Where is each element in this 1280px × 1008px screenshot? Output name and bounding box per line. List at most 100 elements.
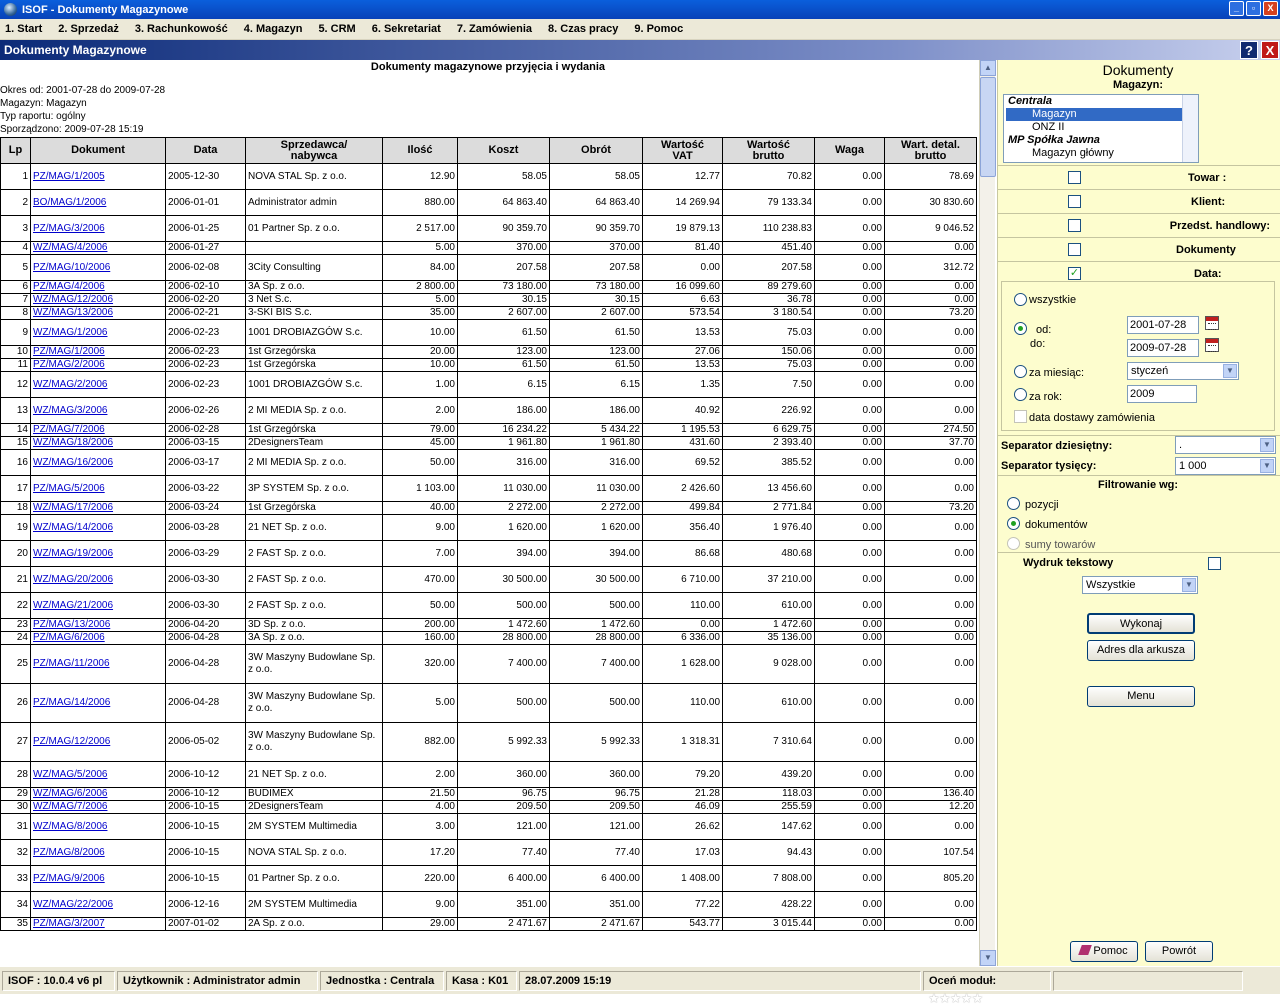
window-close-button[interactable]: X bbox=[1263, 1, 1278, 16]
cell-value: 107.54 bbox=[884, 839, 977, 866]
document-link[interactable]: PZ/MAG/11/2006 bbox=[33, 658, 110, 669]
document-link[interactable]: PZ/MAG/6/2006 bbox=[33, 633, 105, 644]
menu-zamowienia[interactable]: 7. Zamówienia bbox=[457, 23, 532, 35]
document-link[interactable]: WZ/MAG/6/2006 bbox=[33, 789, 107, 800]
filter-by-radio[interactable] bbox=[1007, 517, 1020, 530]
document-link[interactable]: WZ/MAG/1/2006 bbox=[33, 327, 107, 338]
menu-sprzedaz[interactable]: 2. Sprzedaż bbox=[58, 23, 119, 35]
table-row: 28 WZ/MAG/5/2006 2006-10-12 21 NET Sp. z o.… bbox=[0, 761, 977, 788]
warehouse-list-item[interactable]: MP Spółka Jawna bbox=[1006, 134, 1198, 147]
document-link[interactable]: PZ/MAG/13/2006 bbox=[33, 620, 110, 631]
menu-rachunkowosc[interactable]: 3. Rachunkowość bbox=[135, 23, 228, 35]
radio-month[interactable] bbox=[1014, 365, 1027, 378]
document-link[interactable]: WZ/MAG/22/2006 bbox=[33, 899, 113, 910]
document-link[interactable]: PZ/MAG/4/2006 bbox=[33, 282, 105, 293]
rating[interactable]: Oceń moduł: ★★★★★ bbox=[923, 970, 1051, 1005]
cell-value: 186.00 bbox=[549, 397, 643, 424]
document-link[interactable]: PZ/MAG/3/2006 bbox=[33, 223, 105, 234]
filter-checkbox[interactable] bbox=[1068, 195, 1081, 208]
document-link[interactable]: PZ/MAG/8/2006 bbox=[33, 847, 105, 858]
menu-sekretariat[interactable]: 6. Sekretariat bbox=[372, 23, 441, 35]
back-button[interactable]: Powrót bbox=[1145, 941, 1213, 962]
menu-start[interactable]: 1. Start bbox=[5, 23, 42, 35]
document-link[interactable]: PZ/MAG/12/2006 bbox=[33, 736, 110, 747]
minimize-button[interactable]: _ bbox=[1229, 1, 1244, 16]
menu-button[interactable]: Menu bbox=[1087, 686, 1195, 707]
scroll-up-icon[interactable]: ▲ bbox=[980, 60, 996, 76]
document-link[interactable]: WZ/MAG/4/2006 bbox=[33, 243, 107, 254]
year-input[interactable]: 2009 bbox=[1127, 385, 1197, 403]
warehouse-list-item[interactable]: Magazyn główny bbox=[1006, 147, 1198, 160]
document-link[interactable]: WZ/MAG/19/2006 bbox=[33, 548, 113, 559]
document-link[interactable]: WZ/MAG/5/2006 bbox=[33, 769, 107, 780]
scroll-down-icon[interactable]: ▼ bbox=[980, 950, 996, 966]
cell-document: PZ/MAG/8/2006 bbox=[30, 839, 166, 866]
filter-checkbox[interactable] bbox=[1068, 219, 1081, 232]
menu-pomoc[interactable]: 9. Pomoc bbox=[634, 23, 683, 35]
menu-crm[interactable]: 5. CRM bbox=[318, 23, 355, 35]
delivery-date-checkbox[interactable] bbox=[1014, 410, 1027, 423]
filter-by-radio[interactable] bbox=[1007, 537, 1020, 550]
filter-checkbox[interactable] bbox=[1068, 243, 1081, 256]
doc-help-button[interactable]: ? bbox=[1240, 41, 1258, 59]
menu-magazyn[interactable]: 4. Magazyn bbox=[244, 23, 303, 35]
filter-row: Klient: bbox=[998, 189, 1280, 213]
decimal-sep-select[interactable]: . ▼ bbox=[1175, 436, 1276, 454]
doc-close-button[interactable]: X bbox=[1261, 41, 1279, 59]
filter-checkbox[interactable] bbox=[1068, 171, 1081, 184]
document-link[interactable]: WZ/MAG/14/2006 bbox=[33, 522, 113, 533]
document-link[interactable]: WZ/MAG/8/2006 bbox=[33, 821, 107, 832]
document-link[interactable]: BO/MAG/1/2006 bbox=[33, 197, 106, 208]
document-link[interactable]: PZ/MAG/5/2006 bbox=[33, 483, 105, 494]
document-link[interactable]: WZ/MAG/18/2006 bbox=[33, 438, 113, 449]
month-select[interactable]: styczeń ▼ bbox=[1127, 362, 1239, 380]
document-link[interactable]: PZ/MAG/3/2007 bbox=[33, 919, 105, 930]
document-link[interactable]: PZ/MAG/14/2006 bbox=[33, 697, 110, 708]
document-link[interactable]: WZ/MAG/12/2006 bbox=[33, 295, 113, 306]
date-all-label: wszystkie bbox=[1029, 294, 1077, 306]
cell-document: PZ/MAG/3/2006 bbox=[30, 215, 166, 242]
report-scrollbar[interactable]: ▲ ▼ bbox=[979, 60, 996, 966]
run-button[interactable]: Wykonaj bbox=[1087, 613, 1195, 634]
warehouse-listbox[interactable]: Centrala Magazyn ONZ II MP Spółka Jawna Maga… bbox=[1003, 94, 1199, 163]
help-button[interactable]: Pomoc bbox=[1070, 941, 1138, 962]
document-link[interactable]: PZ/MAG/2/2006 bbox=[33, 360, 105, 371]
document-link[interactable]: WZ/MAG/20/2006 bbox=[33, 574, 113, 585]
radio-year[interactable] bbox=[1014, 388, 1027, 401]
filter-by-radio[interactable] bbox=[1007, 497, 1020, 510]
cell-value: 0.00 bbox=[814, 644, 885, 684]
rating-stars-icon[interactable]: ★★★★★ bbox=[929, 993, 983, 1005]
document-link[interactable]: PZ/MAG/1/2005 bbox=[33, 171, 105, 182]
menu-czas-pracy[interactable]: 8. Czas pracy bbox=[548, 23, 618, 35]
text-print-checkbox[interactable] bbox=[1208, 557, 1221, 570]
sheet-address-button[interactable]: Adres dla arkusza bbox=[1087, 640, 1195, 661]
document-link[interactable]: WZ/MAG/16/2006 bbox=[33, 457, 113, 468]
listbox-scrollbar[interactable] bbox=[1182, 95, 1198, 162]
document-link[interactable]: PZ/MAG/9/2006 bbox=[33, 873, 105, 884]
calendar-to-icon[interactable] bbox=[1205, 338, 1219, 352]
document-link[interactable]: WZ/MAG/7/2006 bbox=[33, 802, 107, 813]
radio-date-range[interactable] bbox=[1014, 322, 1027, 335]
warehouse-list-item[interactable]: ONZ II bbox=[1006, 121, 1198, 134]
scroll-thumb[interactable] bbox=[980, 77, 996, 177]
date-from-input[interactable]: 2001-07-28 bbox=[1127, 316, 1199, 334]
radio-date-all[interactable] bbox=[1014, 293, 1027, 306]
maximize-button[interactable]: ▫ bbox=[1246, 1, 1261, 16]
document-link[interactable]: WZ/MAG/3/2006 bbox=[33, 405, 107, 416]
warehouse-list-item[interactable]: Magazyn bbox=[1006, 108, 1198, 121]
cell-value: 2 471.67 bbox=[457, 917, 550, 931]
document-link[interactable]: WZ/MAG/2/2006 bbox=[33, 379, 107, 390]
cell-value: 79.20 bbox=[642, 761, 723, 788]
document-link[interactable]: WZ/MAG/13/2006 bbox=[33, 308, 113, 319]
document-link[interactable]: WZ/MAG/21/2006 bbox=[33, 600, 113, 611]
text-print-select[interactable]: Wszystkie ▼ bbox=[1082, 576, 1198, 594]
warehouse-list-item[interactable]: Centrala bbox=[1006, 95, 1198, 108]
filter-checkbox[interactable]: ✓ bbox=[1068, 267, 1081, 280]
document-link[interactable]: PZ/MAG/7/2006 bbox=[33, 425, 105, 436]
document-link[interactable]: WZ/MAG/17/2006 bbox=[33, 503, 113, 514]
date-to-input[interactable]: 2009-07-28 bbox=[1127, 339, 1199, 357]
document-link[interactable]: PZ/MAG/1/2006 bbox=[33, 347, 105, 358]
thousand-sep-select[interactable]: 1 000 ▼ bbox=[1175, 457, 1276, 475]
calendar-from-icon[interactable] bbox=[1205, 316, 1219, 330]
document-link[interactable]: PZ/MAG/10/2006 bbox=[33, 262, 110, 273]
